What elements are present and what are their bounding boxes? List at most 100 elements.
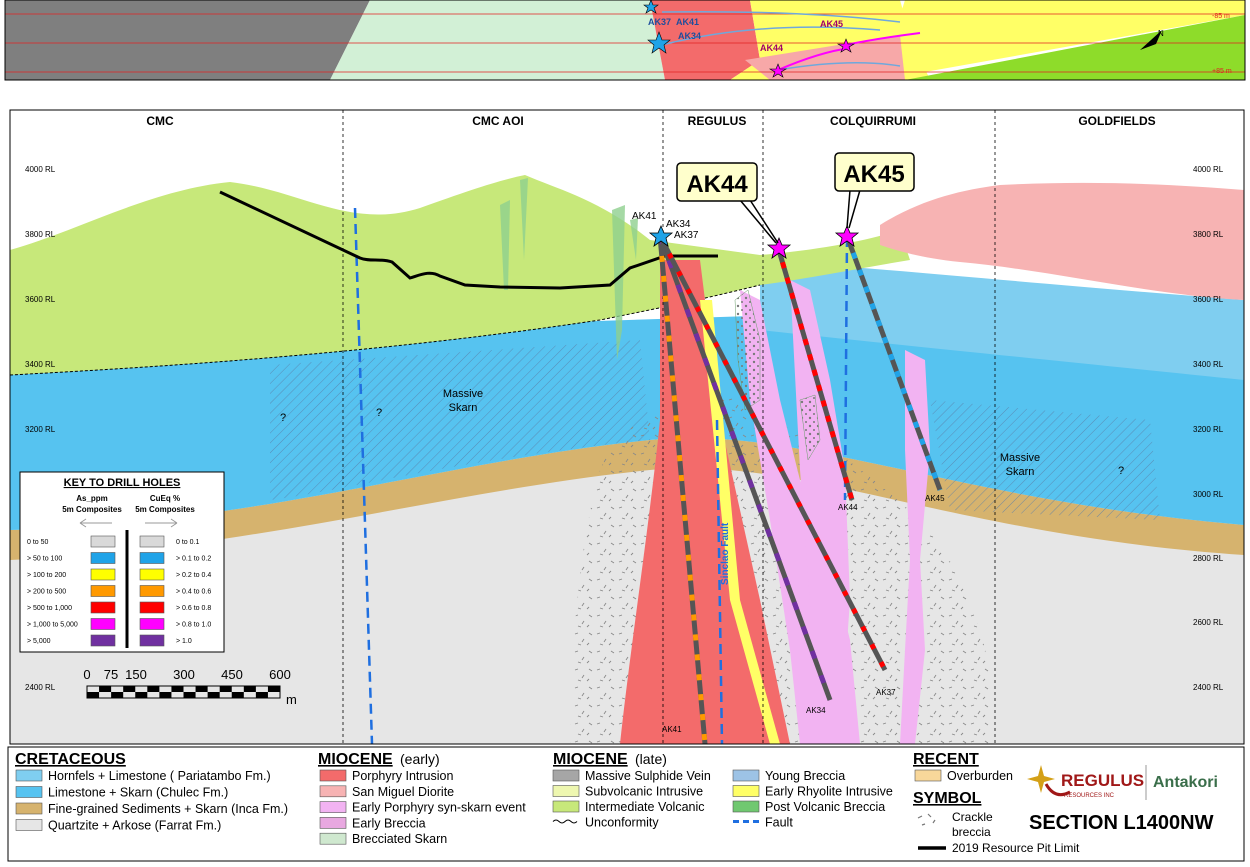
scale-tick-label: 600 <box>269 667 291 682</box>
legend-item: Post Volcanic Breccia <box>765 800 885 814</box>
key-cu-range: > 0.6 to 0.8 <box>176 605 211 612</box>
massive-skarn-label: Skarn <box>1006 466 1035 478</box>
legend-item-pit-limit: 2019 Resource Pit Limit <box>952 841 1080 855</box>
legend-item: Limestone + Skarn (Chulec Fm.) <box>48 786 228 800</box>
key-as-swatch <box>90 618 116 630</box>
key-as-range: > 100 to 200 <box>27 572 66 579</box>
rl-label: 3200 RL <box>25 425 56 434</box>
legend-swatch <box>15 786 43 798</box>
legend-item: Early Porphyry syn-skarn event <box>352 801 526 815</box>
scale-block <box>135 692 148 698</box>
regulus-logo-subtext: RESOURCES INC <box>1064 793 1115 799</box>
rl-label: 3600 RL <box>1193 295 1224 304</box>
legend-item: Brecciated Skarn <box>352 832 447 846</box>
key-as-range: > 50 to 100 <box>27 556 62 563</box>
section-title: SECTION L1400NW <box>1029 812 1214 834</box>
massive-skarn-label: Massive <box>1000 452 1040 464</box>
legend-miocene-early-suffix: (early) <box>400 751 440 767</box>
legend-item: Massive Sulphide Vein <box>585 769 711 783</box>
legend-swatch <box>732 800 760 813</box>
legend-recent-title: RECENT <box>913 751 979 768</box>
scale-block <box>123 686 136 692</box>
scale-block <box>207 692 220 698</box>
key-title: KEY TO DRILL HOLES <box>64 477 181 489</box>
massive-skarn-label: Massive <box>443 388 483 400</box>
key-cu-range: > 0.4 to 0.6 <box>176 589 211 596</box>
legend-swatch <box>552 800 580 813</box>
scale-unit: m <box>286 692 297 707</box>
legend-item: Young Breccia <box>765 769 845 783</box>
key-as-range: > 200 to 500 <box>27 589 66 596</box>
key-cu-range: > 0.8 to 1.0 <box>176 622 211 629</box>
key-cu-swatch <box>139 585 165 597</box>
legend-swatch <box>552 785 580 797</box>
rl-label: 3600 RL <box>25 295 56 304</box>
legend-swatch <box>319 817 347 829</box>
key-as-swatch <box>90 535 116 548</box>
legend-item: Fault <box>765 816 793 830</box>
key-as-range: > 1,000 to 5,000 <box>27 622 78 629</box>
trace-label-ak37: AK37 <box>876 688 896 697</box>
rl-label: 3400 RL <box>25 360 56 369</box>
unknown-mark: ? <box>280 412 286 424</box>
scale-block <box>195 686 208 692</box>
legend-swatch <box>732 769 760 782</box>
callout-ak44-label: AK44 <box>686 171 748 198</box>
key-cu-header-sub: 5m Composites <box>135 505 195 514</box>
key-cu-swatch <box>139 535 165 548</box>
inset-label-ak41: AK41 <box>676 17 699 27</box>
callout-ak45-label: AK45 <box>843 161 904 188</box>
legend-item-overburden: Overburden <box>947 769 1013 783</box>
inset-map: AK37 AK41 AK34 AK44 AK45 -85 m +85 m N <box>4 0 1246 81</box>
scale-block <box>243 686 256 692</box>
inset-grid-label-minus: -85 m <box>1212 13 1230 20</box>
trace-label-ak44: AK44 <box>838 503 858 512</box>
legend-item: Early Breccia <box>352 816 426 830</box>
legend-swatch <box>319 801 347 813</box>
rl-label: 3800 RL <box>25 230 56 239</box>
legend-swatch <box>552 769 580 782</box>
legend-item: Early Rhyolite Intrusive <box>765 785 893 799</box>
key-as-header: As_ppm <box>76 494 108 503</box>
legend-cretaceous-title: CRETACEOUS <box>15 751 126 768</box>
massive-skarn-right <box>930 400 1160 520</box>
legend-item: Intermediate Volcanic <box>585 800 705 814</box>
legend-swatch <box>319 785 347 798</box>
scale-tick-label: 150 <box>125 667 147 682</box>
scale-block <box>111 692 124 698</box>
key-as-swatch <box>90 585 116 597</box>
antakori-logo-text: Antakori <box>1153 774 1218 791</box>
rl-label: 3800 RL <box>1193 230 1224 239</box>
key-as-swatch <box>90 601 116 614</box>
rl-label: 3200 RL <box>1193 425 1224 434</box>
key-cu-swatch <box>139 601 165 614</box>
key-as-range: > 5,000 <box>27 638 51 645</box>
legend-item: Hornfels + Limestone ( Pariatambo Fm.) <box>48 769 271 783</box>
rl-label: 3000 RL <box>1193 490 1224 499</box>
rl-label: 4000 RL <box>25 165 56 174</box>
key-as-range: > 500 to 1,000 <box>27 605 72 612</box>
legend-item: Quartzite + Arkose (Farrat Fm.) <box>48 819 221 833</box>
unknown-mark: ? <box>376 407 382 419</box>
scale-block <box>87 692 100 698</box>
legend-miocene-late-title: MIOCENE <box>553 751 628 768</box>
scale-tick-label: 300 <box>173 667 195 682</box>
key-as-range: 0 to 50 <box>27 539 49 546</box>
trace-label-ak41: AK41 <box>662 725 682 734</box>
legend-miocene-early-title: MIOCENE <box>318 751 393 768</box>
inset-label-ak37: AK37 <box>648 17 671 27</box>
rl-label: 2600 RL <box>1193 618 1224 627</box>
drill-hole-key: KEY TO DRILL HOLES As_ppm 5m Composites … <box>19 471 225 653</box>
sinclao-fault-label: Sinclao Fault <box>720 522 731 585</box>
key-cu-swatch <box>139 568 165 581</box>
legend-swatch <box>15 802 43 815</box>
legend-swatch <box>319 832 347 845</box>
scale-tick-label: 0 <box>83 667 90 682</box>
rl-label: 4000 RL <box>1193 165 1224 174</box>
legend: CRETACEOUS Hornfels + Limestone ( Pariat… <box>7 746 1245 862</box>
massive-skarn-label: Skarn <box>449 402 478 414</box>
rl-label: 2400 RL <box>25 683 56 692</box>
key-cu-range: > 1.0 <box>176 638 192 645</box>
key-cu-swatch <box>139 618 165 630</box>
inset-label-ak44: AK44 <box>760 43 783 53</box>
